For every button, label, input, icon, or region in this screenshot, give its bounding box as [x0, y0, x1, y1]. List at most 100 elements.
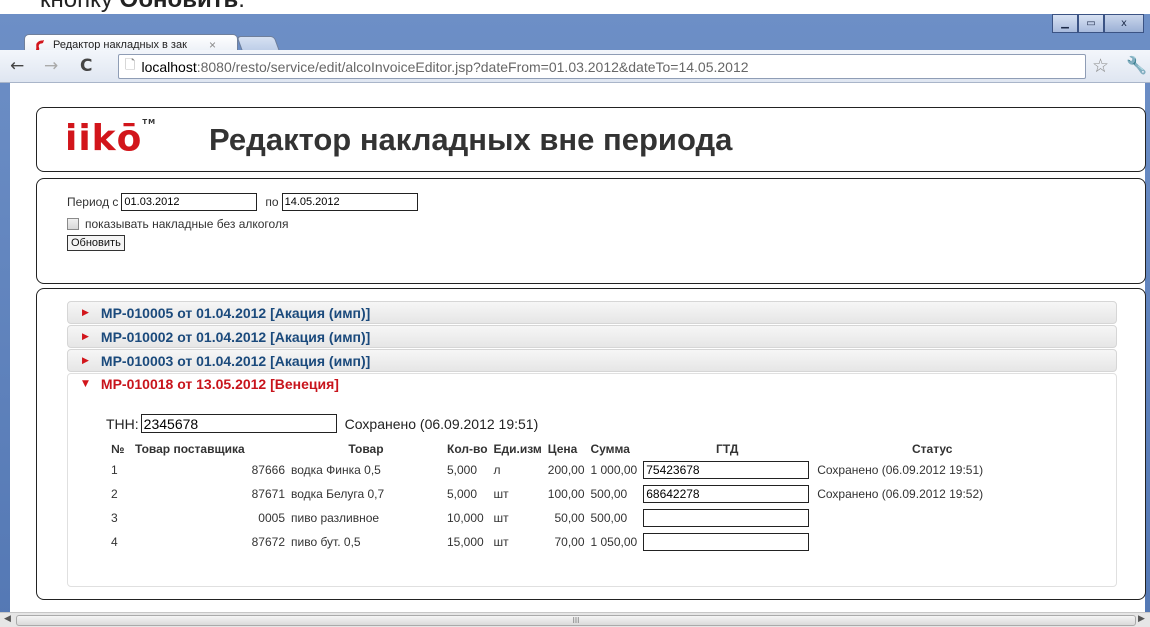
col-supplier-item: Товар поставщика [135, 442, 245, 456]
item-name: пиво разливное [291, 511, 380, 525]
period-to-label: по [265, 195, 279, 209]
table-row: 3 0005 пиво разливное 10,000 шт 50,00 50… [108, 506, 1050, 530]
gtd-cell [640, 482, 814, 506]
col-gtd: ГТД [716, 442, 739, 456]
col-qty: Кол-во [447, 442, 488, 456]
unit: л [493, 463, 501, 477]
invoice-header[interactable]: ▶ МР-010005 от 01.04.2012 [Акация (имп)] [67, 301, 1117, 324]
invoice-label: МР-010018 от 13.05.2012 [Венеция] [100, 376, 339, 392]
unit: шт [493, 535, 509, 549]
col-number: № [111, 442, 125, 456]
qty: 5,000 [447, 463, 478, 477]
price: 70,00 [554, 535, 585, 549]
col-unit: Еди.изм [493, 442, 542, 456]
invoice-list-panel: ▶ МР-010005 от 01.04.2012 [Акация (имп)]… [36, 288, 1146, 600]
gtd-cell [640, 530, 814, 554]
supplier-code: 87672 [251, 535, 285, 549]
price: 100,00 [547, 487, 585, 501]
invoice-items-table: № Товар поставщика Товар Кол-во Еди.изм … [108, 440, 1050, 554]
sum: 1 050,00 [590, 535, 638, 549]
qty: 10,000 [447, 511, 484, 525]
row-number: 2 [111, 487, 118, 501]
invoice-expanded: ▼ МР-010018 от 13.05.2012 [Венеция] ТНН:… [67, 373, 1117, 587]
invoice-header[interactable]: ▶ МР-010002 от 01.04.2012 [Акация (имп)] [67, 325, 1117, 348]
page-icon: 🗋 [125, 56, 136, 72]
status: Сохранено (06.09.2012 19:52) [817, 487, 984, 501]
no-alcohol-label: показывать накладные без алкоголя [85, 217, 289, 231]
table-row: 2 87671 водка Белуга 0,7 5,000 шт 100,00… [108, 482, 1050, 506]
url-path: :8080/resto/service/edit/alcoInvoiceEdit… [196, 58, 749, 75]
page-title: Редактор накладных вне периода [209, 122, 733, 157]
address-bar[interactable]: 🗋 localhost:8080/resto/service/edit/alco… [118, 54, 1086, 79]
table-header-row: № Товар поставщика Товар Кол-во Еди.изм … [108, 440, 1050, 458]
sum: 500,00 [590, 511, 628, 525]
supplier-code: 0005 [258, 511, 285, 525]
tab-strip: Редактор накладных в зак × ▁ ▭ x [0, 14, 1150, 56]
back-arrow-icon[interactable]: ← [10, 56, 24, 76]
invoice-label: МР-010003 от 01.04.2012 [Акация (имп)] [100, 352, 371, 369]
col-status: Статус [911, 442, 953, 456]
col-sum: Сумма [590, 442, 630, 456]
row-number: 1 [111, 463, 118, 477]
instruction-caption: кнопку Обновить. [40, 0, 245, 14]
minimize-button[interactable]: ▁ [1052, 14, 1078, 33]
close-window-button[interactable]: x [1104, 14, 1144, 33]
filter-panel: Период с по показывать накладные без алк… [36, 178, 1146, 284]
item-name: водка Финка 0,5 [291, 463, 381, 477]
browser-toolbar: ← → C 🗋 localhost:8080/resto/service/edi… [0, 50, 1150, 83]
gtd-input[interactable] [643, 485, 810, 503]
expand-triangle-icon: ▶ [82, 307, 89, 318]
col-price: Цена [547, 442, 578, 456]
horizontal-scrollbar[interactable]: ◀ III ▶ [0, 612, 1150, 627]
tnn-input[interactable] [140, 414, 337, 433]
date-from-input[interactable] [121, 193, 258, 211]
gtd-input[interactable] [643, 461, 810, 479]
supplier-code: 87671 [251, 487, 285, 501]
invoice-header-expanded[interactable]: ▼ МР-010018 от 13.05.2012 [Венеция] [68, 374, 339, 394]
qty: 5,000 [447, 487, 478, 501]
price: 200,00 [547, 463, 585, 477]
tnn-label: ТНН: [106, 415, 139, 432]
bookmark-star-icon[interactable]: ☆ [1092, 55, 1109, 77]
caption-bold: Обновить [120, 0, 239, 13]
price: 50,00 [554, 511, 585, 525]
refresh-button[interactable]: Обновить [67, 235, 125, 251]
header-panel: iikōTM Редактор накладных вне периода [36, 107, 1146, 172]
url-host: localhost [141, 58, 197, 75]
gtd-input[interactable] [643, 509, 810, 527]
no-alcohol-row: показывать накладные без алкоголя [67, 217, 288, 231]
invoice-label: МР-010002 от 01.04.2012 [Акация (имп)] [100, 328, 371, 345]
date-to-input[interactable] [281, 193, 418, 211]
tnn-row: ТНН: Сохранено (06.09.2012 19:51) [106, 414, 538, 433]
maximize-button[interactable]: ▭ [1078, 14, 1104, 33]
supplier-code: 87666 [251, 463, 285, 477]
collapse-triangle-icon: ▼ [82, 379, 89, 389]
row-number: 4 [111, 535, 118, 549]
window-controls: ▁ ▭ x [1052, 14, 1144, 33]
unit: шт [493, 487, 509, 501]
gtd-input[interactable] [643, 533, 810, 551]
col-item: Товар [348, 442, 384, 456]
iiko-logo: iikōTM [65, 118, 157, 159]
scroll-left-icon[interactable]: ◀ [4, 614, 11, 624]
row-number: 3 [111, 511, 118, 525]
scroll-right-icon[interactable]: ▶ [1138, 614, 1145, 624]
no-alcohol-checkbox[interactable] [67, 218, 79, 230]
invoice-header[interactable]: ▶ МР-010003 от 01.04.2012 [Акация (имп)] [67, 349, 1117, 372]
invoice-label: МР-010005 от 01.04.2012 [Акация (имп)] [100, 304, 371, 321]
expand-triangle-icon: ▶ [82, 331, 89, 342]
wrench-icon[interactable]: 🔧 [1126, 56, 1147, 76]
expand-triangle-icon: ▶ [82, 355, 89, 366]
unit: шт [493, 511, 509, 525]
forward-arrow-icon[interactable]: → [44, 56, 58, 76]
item-name: водка Белуга 0,7 [291, 487, 385, 501]
scroll-thumb[interactable]: III [16, 615, 1136, 626]
status [814, 506, 1050, 530]
reload-icon[interactable]: C [80, 56, 92, 76]
item-name: пиво бут. 0,5 [291, 535, 361, 549]
period-row: Период с по [67, 193, 418, 211]
sum: 500,00 [590, 487, 628, 501]
status [814, 530, 1050, 554]
gtd-cell [640, 506, 814, 530]
table-row: 4 87672 пиво бут. 0,5 15,000 шт 70,00 1 … [108, 530, 1050, 554]
